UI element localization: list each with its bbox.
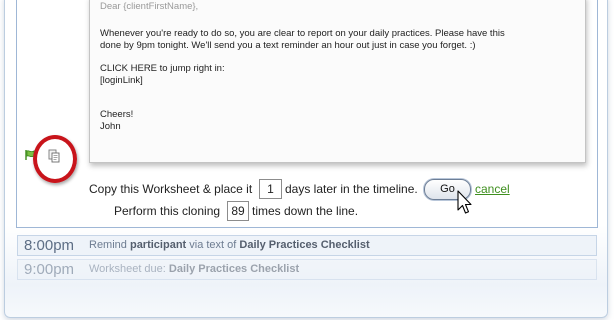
email-line: [loginLink] (100, 75, 143, 86)
timeline-desc-bold: participant (129, 239, 187, 251)
email-line: done by 9pm tonight. We'll send you a te… (100, 40, 476, 51)
timeline-desc-bold: Daily Practices Checklist (239, 239, 370, 251)
timeline-desc-text: via text of (186, 239, 240, 251)
timeline-description: Worksheet due: Daily Practices Checklist (89, 260, 299, 279)
days-input[interactable]: 1 (259, 179, 282, 199)
email-greeting: Dear {clientFirstName}, (100, 1, 199, 12)
timeline-row[interactable]: 9:00pm Worksheet due: Daily Practices Ch… (17, 259, 597, 280)
times-input[interactable]: 89 (227, 201, 249, 221)
timeline-desc-text: Remind (89, 239, 130, 251)
email-line: CLICK HERE to jump right in: (100, 63, 225, 74)
timeline-desc-text: Worksheet due: (89, 263, 169, 275)
clone-line1-prefix: Copy this Worksheet & place it (89, 182, 253, 196)
email-line: Whenever you're ready to do so, you are … (100, 28, 505, 39)
cancel-link[interactable]: cancel (475, 182, 510, 196)
timeline-description: Remind participant via text of Daily Pra… (89, 236, 370, 255)
mouse-cursor-icon (457, 190, 472, 214)
clone-line2-prefix: Perform this cloning (114, 204, 221, 218)
copy-icon[interactable] (48, 149, 60, 163)
email-line: John (100, 121, 121, 132)
clone-line2-suffix: times down the line. (252, 204, 359, 218)
email-preview: Dear {clientFirstName}, Whenever you're … (89, 0, 586, 163)
timeline-row[interactable]: 8:00pm Remind participant via text of Da… (17, 235, 597, 256)
timeline-desc-bold: Daily Practices Checklist (168, 263, 300, 275)
timeline-time: 8:00pm (24, 237, 75, 254)
email-line: Cheers! (100, 109, 134, 120)
timeline-time: 9:00pm (24, 261, 75, 278)
clone-line1-suffix: days later in the timeline. (285, 182, 418, 196)
